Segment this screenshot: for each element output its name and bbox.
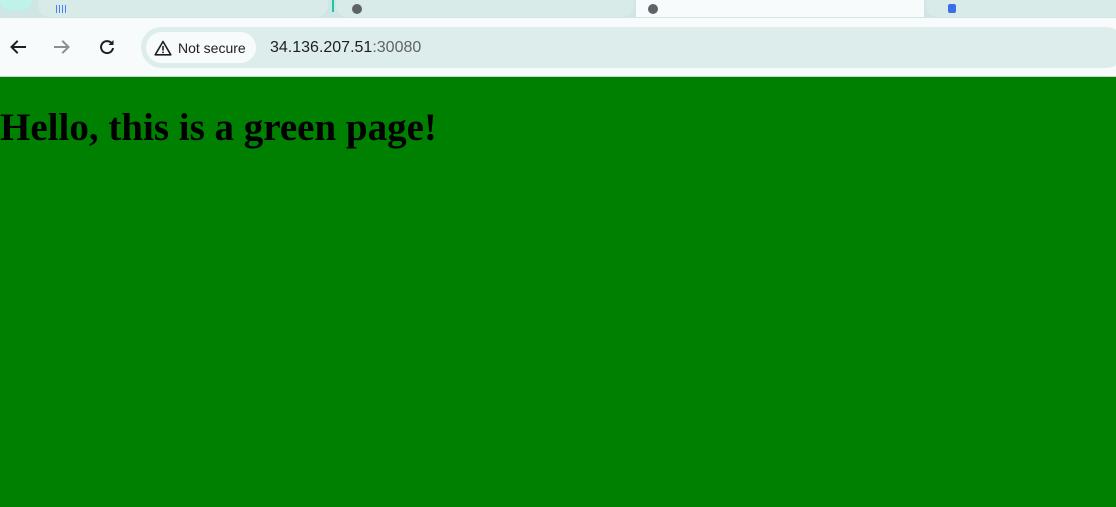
reload-icon xyxy=(100,40,114,55)
security-label: Not secure xyxy=(178,39,246,56)
globe-favicon-icon xyxy=(648,4,658,14)
arrow-left-icon xyxy=(10,40,26,54)
grid-favicon-icon xyxy=(56,5,66,13)
document-favicon-icon xyxy=(948,4,956,13)
back-button[interactable] xyxy=(1,30,35,64)
tab-group-chip[interactable] xyxy=(0,0,32,10)
browser-window: Not secure 34.136.207.51:30080 Hello, th… xyxy=(0,0,1116,507)
arrow-right-icon xyxy=(54,40,70,54)
url-text[interactable]: 34.136.207.51:30080 xyxy=(270,38,421,57)
warning-triangle-icon xyxy=(154,40,172,56)
tab-active[interactable] xyxy=(636,0,924,17)
tab-4[interactable] xyxy=(926,0,1116,17)
tab-1[interactable] xyxy=(38,0,328,17)
tab-divider xyxy=(332,0,334,12)
reload-button[interactable] xyxy=(90,30,124,64)
url-port: :30080 xyxy=(372,39,422,56)
forward-button[interactable] xyxy=(45,30,79,64)
security-indicator[interactable]: Not secure xyxy=(146,32,256,63)
tab-2[interactable] xyxy=(336,0,634,17)
globe-favicon-icon xyxy=(352,4,362,14)
address-bar[interactable]: Not secure 34.136.207.51:30080 xyxy=(141,27,1116,68)
browser-toolbar: Not secure 34.136.207.51:30080 xyxy=(0,18,1116,76)
page-heading: Hello, this is a green page! xyxy=(0,106,437,149)
tab-strip xyxy=(0,0,1116,18)
page-viewport: Hello, this is a green page! xyxy=(0,77,1116,507)
url-host: 34.136.207.51 xyxy=(270,39,373,56)
